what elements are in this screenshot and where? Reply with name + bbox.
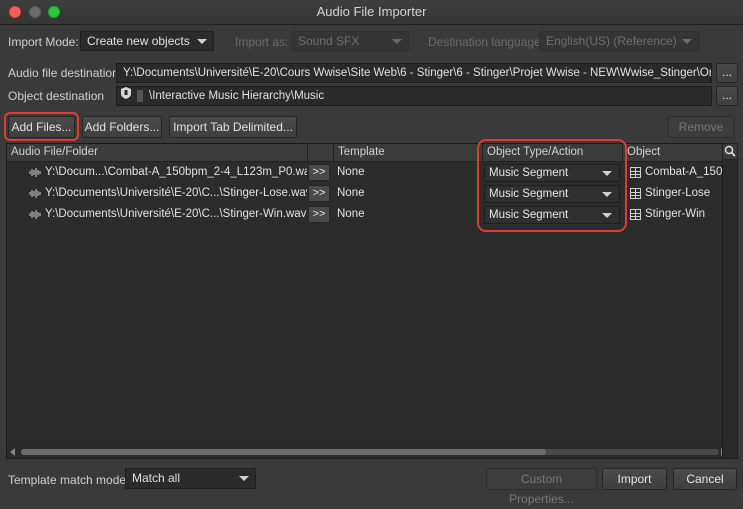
scroll-left-arrow-icon[interactable] <box>10 448 15 456</box>
import-as-dropdown[interactable]: Sound SFX <box>291 31 409 51</box>
remove-button[interactable]: Remove <box>668 116 734 138</box>
column-header-object[interactable]: Object <box>623 144 729 161</box>
object-name: Stinger-Lose <box>645 187 711 199</box>
apply-template-button[interactable]: >> <box>308 185 330 202</box>
chevron-down-icon <box>239 476 249 481</box>
column-search-button[interactable] <box>722 143 738 160</box>
audio-file-path: Y:\Documents\Université\E-20\C...\Stinge… <box>45 208 307 220</box>
template-value: None <box>337 187 365 199</box>
object-type-highlight <box>477 139 627 232</box>
import-tab-delimited-button[interactable]: Import Tab Delimited... <box>169 116 297 138</box>
cancel-button[interactable]: Cancel <box>673 468 737 490</box>
music-segment-icon <box>630 167 641 178</box>
object-name: Stinger-Win <box>645 208 706 220</box>
music-segment-icon <box>630 188 641 199</box>
scroll-thumb[interactable] <box>21 449 546 455</box>
add-files-button[interactable]: Add Files... <box>8 116 75 138</box>
audio-destination-field[interactable]: Y:\Documents\Université\E-20\Cours Wwise… <box>116 63 712 83</box>
separator-box <box>137 90 143 102</box>
destination-language-dropdown[interactable]: English(US) (Reference) <box>539 31 699 51</box>
custom-properties-button[interactable]: Custom Properties... <box>486 468 597 506</box>
object-destination-label: Object destination <box>8 89 105 103</box>
horizontal-scrollbar[interactable] <box>7 446 729 458</box>
template-match-label: Template match mode: <box>8 473 130 487</box>
import-mode-dropdown[interactable]: Create new objects <box>80 31 214 51</box>
object-destination-field[interactable]: \Interactive Music Hierarchy\Music <box>116 86 712 106</box>
chevron-down-icon <box>197 39 207 44</box>
object-destination-browse-button[interactable]: ... <box>716 86 738 106</box>
window-title: Audio File Importer <box>316 4 427 19</box>
template-match-value: Match all <box>132 471 181 485</box>
chevron-down-icon <box>392 39 402 44</box>
import-mode-label: Import Mode: <box>8 35 79 49</box>
add-folders-button[interactable]: Add Folders... <box>82 116 162 138</box>
destination-language-label: Destination language: <box>428 35 545 49</box>
template-match-dropdown[interactable]: Match all <box>125 468 256 489</box>
destination-language-value: English(US) (Reference) <box>546 34 677 48</box>
column-header-template[interactable]: Template <box>334 144 483 161</box>
search-icon <box>724 145 736 157</box>
apply-template-button[interactable]: >> <box>308 206 330 223</box>
hierarchy-icon <box>121 87 131 105</box>
audio-file-path: Y:\Documents\Université\E-20\C...\Stinge… <box>45 187 307 199</box>
audio-waveform-icon <box>29 189 41 198</box>
import-as-value: Sound SFX <box>298 34 360 48</box>
import-as-label: Import as: <box>235 35 289 49</box>
vertical-scrollbar[interactable] <box>722 143 738 459</box>
apply-template-button[interactable]: >> <box>308 164 330 181</box>
audio-destination-label: Audio file destination <box>8 66 119 80</box>
audio-waveform-icon <box>29 210 41 219</box>
template-value: None <box>337 208 365 220</box>
audio-waveform-icon <box>29 168 41 177</box>
music-segment-icon <box>630 209 641 220</box>
column-header-audio-file[interactable]: Audio File/Folder <box>7 144 308 161</box>
import-button[interactable]: Import <box>602 468 667 490</box>
object-destination-value: \Interactive Music Hierarchy\Music <box>149 90 325 103</box>
audio-file-path: Y:\Docum...\Combat-A_150bpm_2-4_L123m_P0… <box>45 166 307 178</box>
chevron-down-icon <box>682 39 692 44</box>
column-header-arrow[interactable] <box>308 144 334 161</box>
import-mode-value: Create new objects <box>87 34 190 48</box>
template-value: None <box>337 166 365 178</box>
object-name: Combat-A_150b <box>645 166 729 178</box>
audio-destination-browse-button[interactable]: ... <box>716 63 738 83</box>
